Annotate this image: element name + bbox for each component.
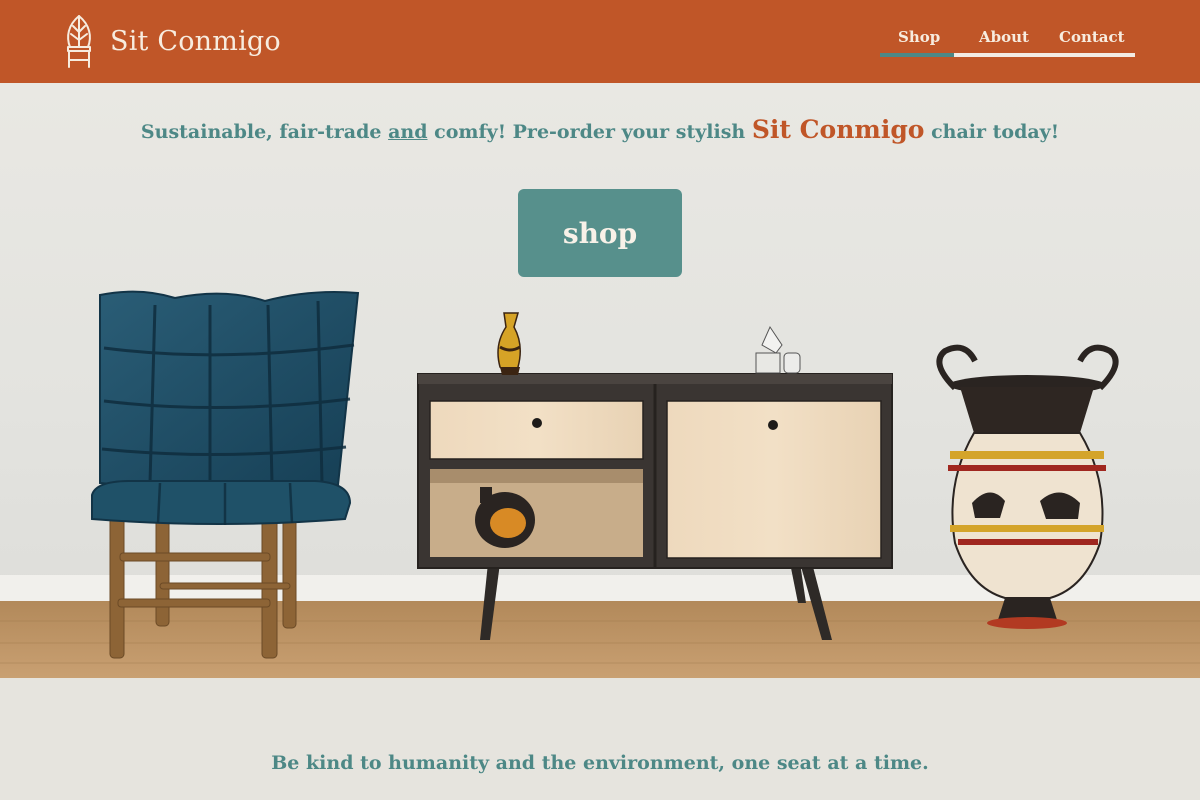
tagline-text-1: Sustainable, fair-trade (140, 121, 389, 143)
chair-leaf-icon (67, 15, 91, 68)
brand-link[interactable]: Sit Conmigo (64, 12, 281, 70)
brand-name: Sit Conmigo (110, 25, 281, 57)
nav-about[interactable]: About (979, 28, 1029, 46)
hero-tagline: Sustainable, fair-trade and comfy! Pre-o… (0, 115, 1200, 144)
hero-section: Sustainable, fair-trade and comfy! Pre-o… (0, 83, 1200, 678)
tagline-text-2: comfy! Pre-order your stylish (427, 121, 752, 143)
mission-statement: Be kind to humanity and the environment,… (271, 752, 929, 774)
tagline-text-3: chair today! (924, 121, 1060, 143)
nav-contact[interactable]: Contact (1059, 28, 1125, 46)
mission-section: Be kind to humanity and the environment,… (0, 678, 1200, 800)
nav-shop[interactable]: Shop (898, 28, 940, 46)
shop-button[interactable]: shop (518, 189, 682, 277)
main-nav: Shop About Contact (880, 22, 1135, 58)
site-header: Sit Conmigo Shop About Contact (0, 0, 1200, 83)
hero-image (0, 290, 1200, 678)
small-jug (497, 312, 521, 375)
tagline-brand: Sit Conmigo (751, 115, 925, 144)
tagline-emphasis: and (388, 121, 428, 143)
figurine (755, 325, 801, 374)
nav-active-indicator (880, 53, 954, 57)
